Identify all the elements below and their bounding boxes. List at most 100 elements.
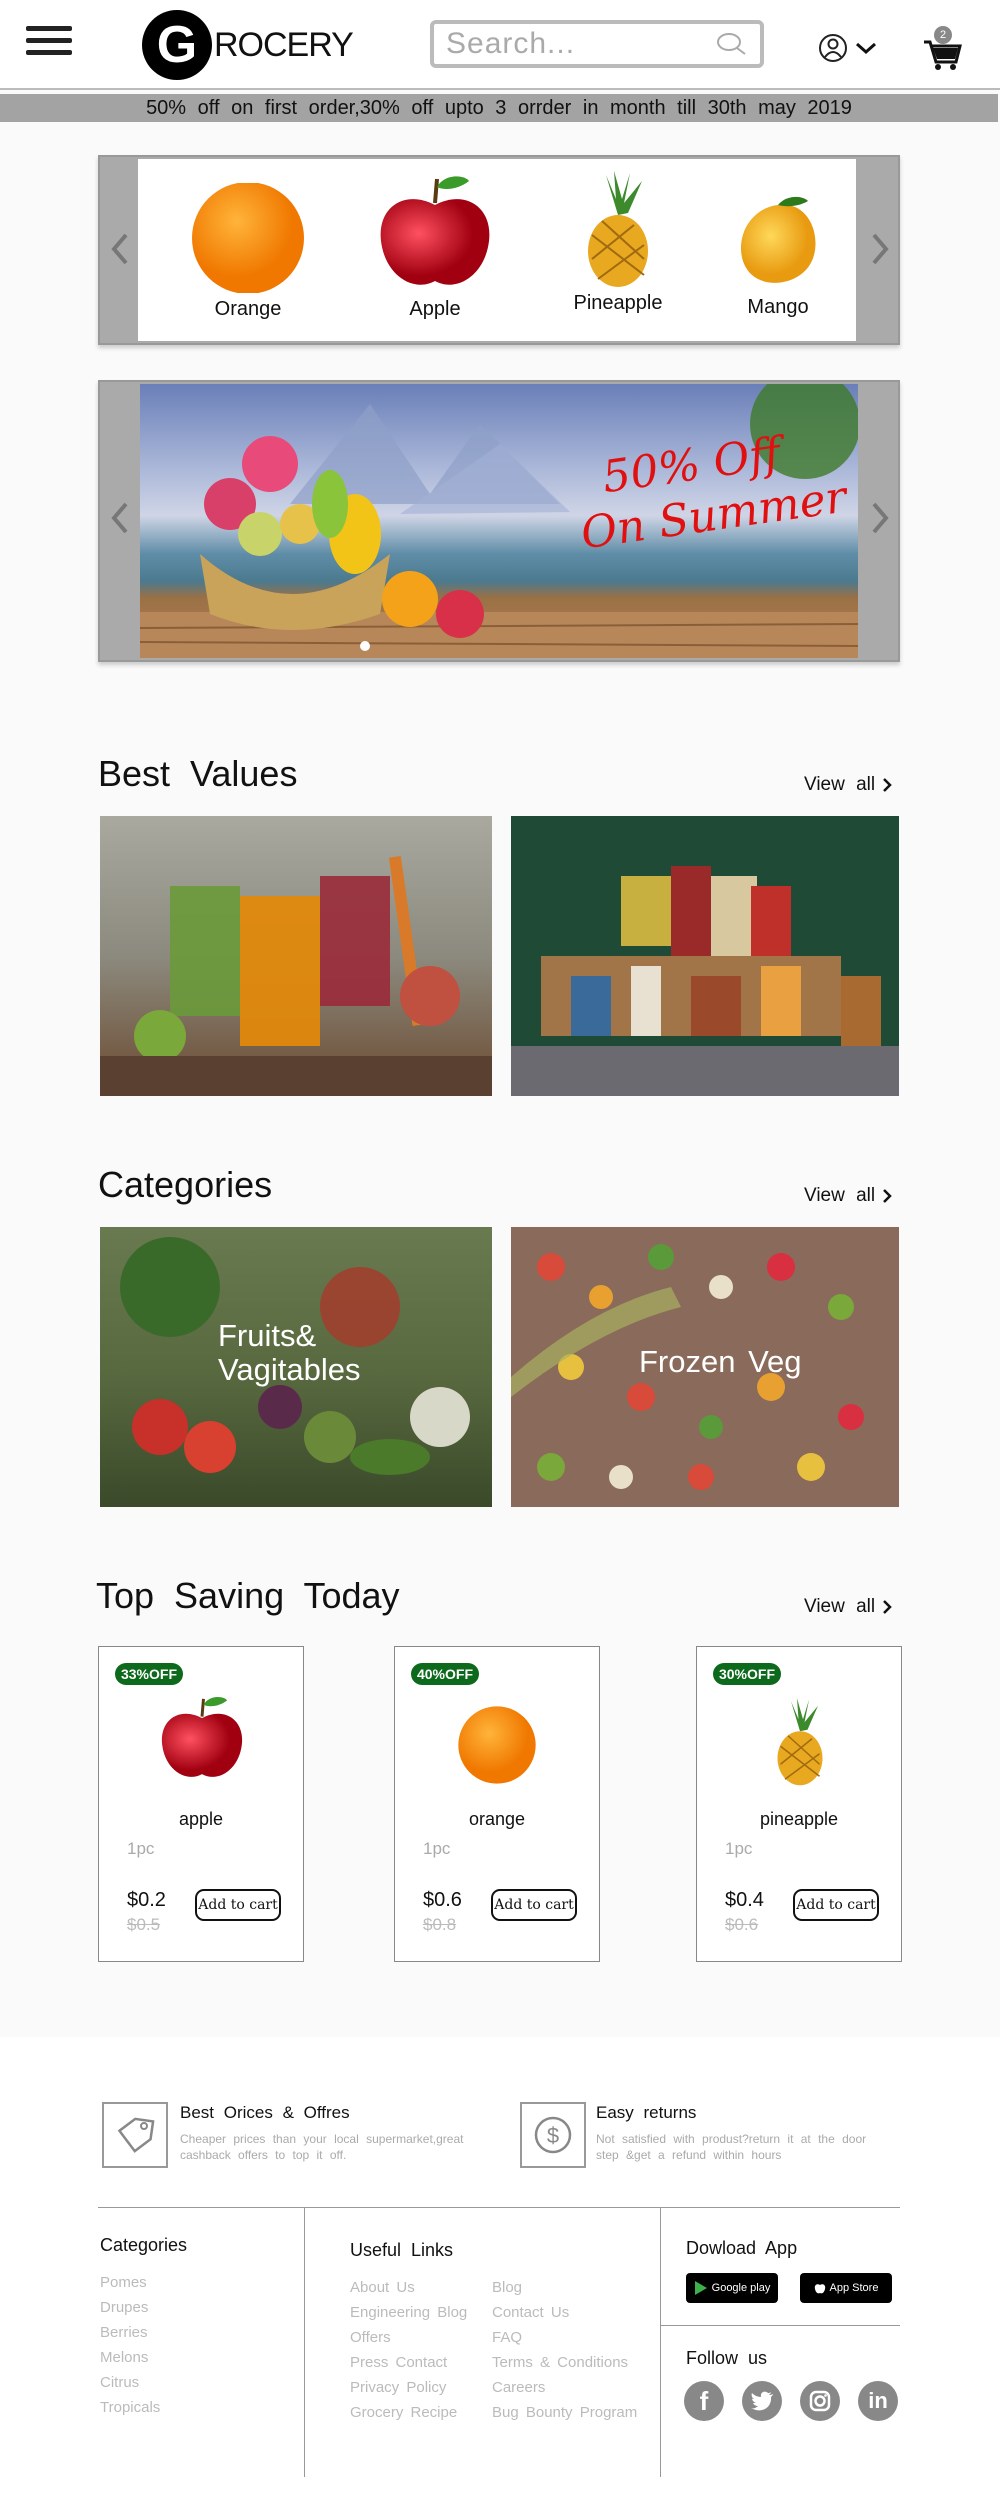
product-quantity: 1pc: [725, 1839, 753, 1858]
category-fruits-vegetables[interactable]: Fruits& Vagitables: [100, 1227, 492, 1507]
footer-link[interactable]: Terms & Conditions: [492, 2354, 628, 2371]
user-icon: [819, 34, 847, 62]
footer-category-link[interactable]: Melons: [100, 2349, 148, 2366]
product-quantity: 1pc: [127, 1839, 155, 1858]
feature-title: Best Orices & Offres: [180, 2103, 350, 2122]
apple-logo-icon: [814, 2284, 825, 2294]
footer-link[interactable]: FAQ: [492, 2329, 522, 2346]
footer-link[interactable]: About Us: [350, 2279, 415, 2296]
footer-category-link[interactable]: Pomes: [100, 2274, 147, 2291]
chevron-right-icon: [883, 1189, 892, 1203]
product-name: pineapple: [759, 1809, 839, 1829]
linkedin-icon[interactable]: in: [858, 2381, 898, 2421]
footer-category-link[interactable]: Berries: [100, 2324, 148, 2341]
fruit-item-pineapple[interactable]: Pineapple: [558, 169, 678, 315]
tag-icon: [117, 2117, 155, 2153]
view-all-label: View all: [804, 774, 876, 795]
footer-download-heading: Dowload App: [686, 2238, 798, 2258]
feature-description-line2: cashback offers to top it off.: [180, 2148, 347, 2162]
product-price: $0.6: [423, 1889, 462, 1911]
footer-link[interactable]: Engineering Blog: [350, 2304, 467, 2321]
add-to-cart-button[interactable]: Add to cart: [491, 1889, 577, 1921]
view-all-label: View all: [804, 1596, 876, 1617]
footer-categories-heading: Categories: [100, 2235, 188, 2255]
product-name: orange: [468, 1809, 526, 1829]
menu-icon[interactable]: [26, 26, 72, 60]
carousel-prev-button[interactable]: [102, 229, 138, 269]
footer-link[interactable]: Offers: [350, 2329, 391, 2346]
footer-link[interactable]: Careers: [492, 2379, 545, 2396]
cart-button[interactable]: 2: [922, 26, 962, 72]
discount-badge: 30%OFF: [713, 1663, 781, 1685]
add-to-cart-button[interactable]: Add to cart: [793, 1889, 879, 1921]
apple-icon: [380, 176, 490, 285]
footer-link[interactable]: Grocery Recipe: [350, 2404, 457, 2421]
footer-divider: [660, 2325, 900, 2326]
fruit-item-orange[interactable]: Orange: [188, 182, 308, 321]
logo[interactable]: G ROCERY: [142, 10, 354, 80]
pantry-image: [511, 866, 899, 1096]
fruit-item-mango[interactable]: Mango: [728, 193, 828, 319]
header: G ROCERY Search... 2: [0, 0, 1000, 90]
search-input[interactable]: Search...: [430, 20, 764, 68]
category-label: Frozen Veg: [639, 1344, 802, 1379]
best-values-view-all[interactable]: View all: [804, 774, 893, 796]
categories-view-all[interactable]: View all: [804, 1185, 893, 1207]
instagram-icon[interactable]: [800, 2381, 840, 2421]
top-saving-view-all[interactable]: View all: [804, 1596, 893, 1618]
chevron-right-icon: [883, 1600, 892, 1614]
mango-icon: [740, 196, 816, 283]
feature-offers-box: [102, 2102, 168, 2168]
product-card-apple[interactable]: 33%OFF apple 1pc $0.2 $0.5 Add to cart: [98, 1646, 304, 1962]
feature-title: Easy returns: [596, 2103, 697, 2122]
search-icon[interactable]: [714, 31, 748, 57]
footer-link[interactable]: Privacy Policy: [350, 2379, 446, 2396]
play-store-icon: [694, 2281, 707, 2295]
footer-category-link[interactable]: Tropicals: [100, 2399, 160, 2416]
account-menu[interactable]: [818, 33, 878, 63]
promo-carousel: 50% Off On Summer: [98, 380, 900, 662]
fruit-label: Apple: [409, 298, 461, 320]
app-store-label: App Store: [829, 2282, 879, 2294]
discount-badge: 40%OFF: [411, 1663, 479, 1685]
category-frozen-veg[interactable]: Frozen Veg: [511, 1227, 899, 1507]
carousel-prev-button[interactable]: [102, 498, 138, 538]
footer-divider: [304, 2207, 305, 2477]
view-all-label: View all: [804, 1185, 876, 1206]
category-label-line1: Fruits&: [218, 1318, 317, 1353]
orange-icon: [458, 1706, 536, 1784]
carousel-next-button[interactable]: [862, 498, 898, 538]
product-name: apple: [178, 1809, 224, 1829]
google-play-button[interactable]: Google play: [686, 2273, 778, 2303]
footer-useful-links-heading: Useful Links: [350, 2240, 454, 2260]
footer-link[interactable]: Contact Us: [492, 2304, 569, 2321]
carousel-next-button[interactable]: [862, 229, 898, 269]
footer-category-link[interactable]: Drupes: [100, 2299, 148, 2316]
footer-link[interactable]: Press Contact: [350, 2354, 447, 2371]
summer-sale-banner[interactable]: 50% Off On Summer: [140, 384, 858, 658]
best-value-smoothies[interactable]: [100, 816, 492, 1096]
footer-link[interactable]: Blog: [492, 2279, 522, 2296]
product-card-orange[interactable]: 40%OFF orange 1pc $0.6 $0.8 Add to cart: [394, 1646, 600, 1962]
footer-category-link[interactable]: Citrus: [100, 2374, 139, 2391]
chevron-right-icon: [872, 233, 889, 265]
smoothies-image: [100, 855, 492, 1096]
product-quantity: 1pc: [423, 1839, 451, 1858]
fruit-carousel-track: Orange Apple Pineapple Mango: [138, 159, 856, 341]
facebook-icon[interactable]: f: [684, 2381, 724, 2421]
promo-banner: 50% off on first order,30% off upto 3 or…: [0, 94, 998, 122]
feature-description-line1: Not satisfied with produst?return it at …: [596, 2132, 867, 2146]
fruit-label: Mango: [747, 296, 809, 318]
best-value-pantry[interactable]: [511, 816, 899, 1096]
feature-description-line1: Cheaper prices than your local supermark…: [180, 2132, 464, 2146]
footer-link[interactable]: Bug Bounty Program: [492, 2404, 637, 2421]
chevron-left-icon: [111, 233, 128, 265]
footer: Best Orices & Offres Cheaper prices than…: [0, 2037, 1000, 2500]
add-to-cart-button[interactable]: Add to cart: [195, 1889, 281, 1921]
categories-title: Categories: [98, 1164, 273, 1205]
product-card-pineapple[interactable]: 30%OFF pineapple 1pc $0.4 $0.6 Add to ca…: [696, 1646, 902, 1962]
product-old-price: $0.8: [423, 1915, 457, 1934]
twitter-icon[interactable]: [742, 2381, 782, 2421]
app-store-button[interactable]: App Store: [800, 2273, 892, 2303]
fruit-item-apple[interactable]: Apple: [375, 171, 495, 321]
